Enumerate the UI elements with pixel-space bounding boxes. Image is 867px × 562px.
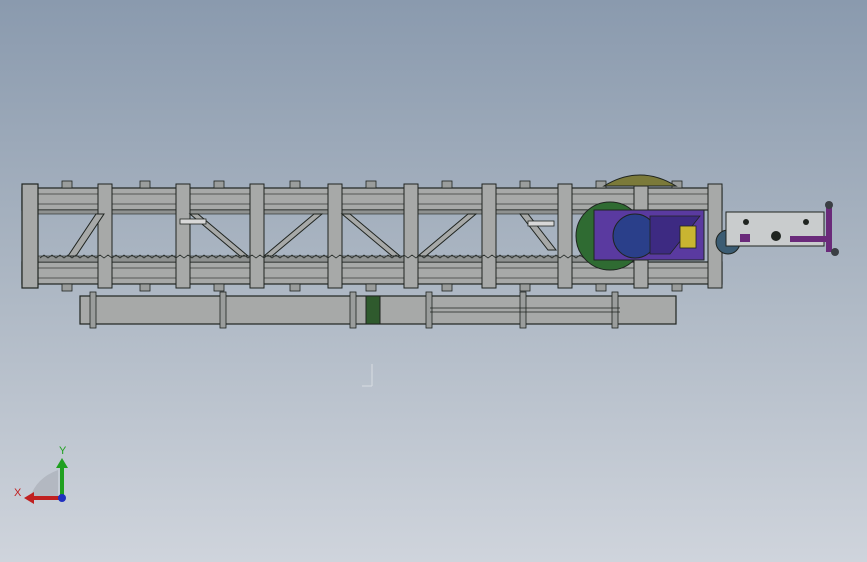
- cad-viewport[interactable]: Y X: [0, 0, 867, 562]
- lower-tube: [79, 291, 677, 329]
- x-axis-label: X: [14, 487, 22, 499]
- y-axis-label: Y: [59, 445, 67, 457]
- axis-triad: Y X: [14, 445, 68, 504]
- assembly-model: Y X: [14, 174, 839, 504]
- cable-fittings: [179, 218, 555, 227]
- tail-bracket: [725, 201, 839, 256]
- origin-marker: [362, 364, 373, 387]
